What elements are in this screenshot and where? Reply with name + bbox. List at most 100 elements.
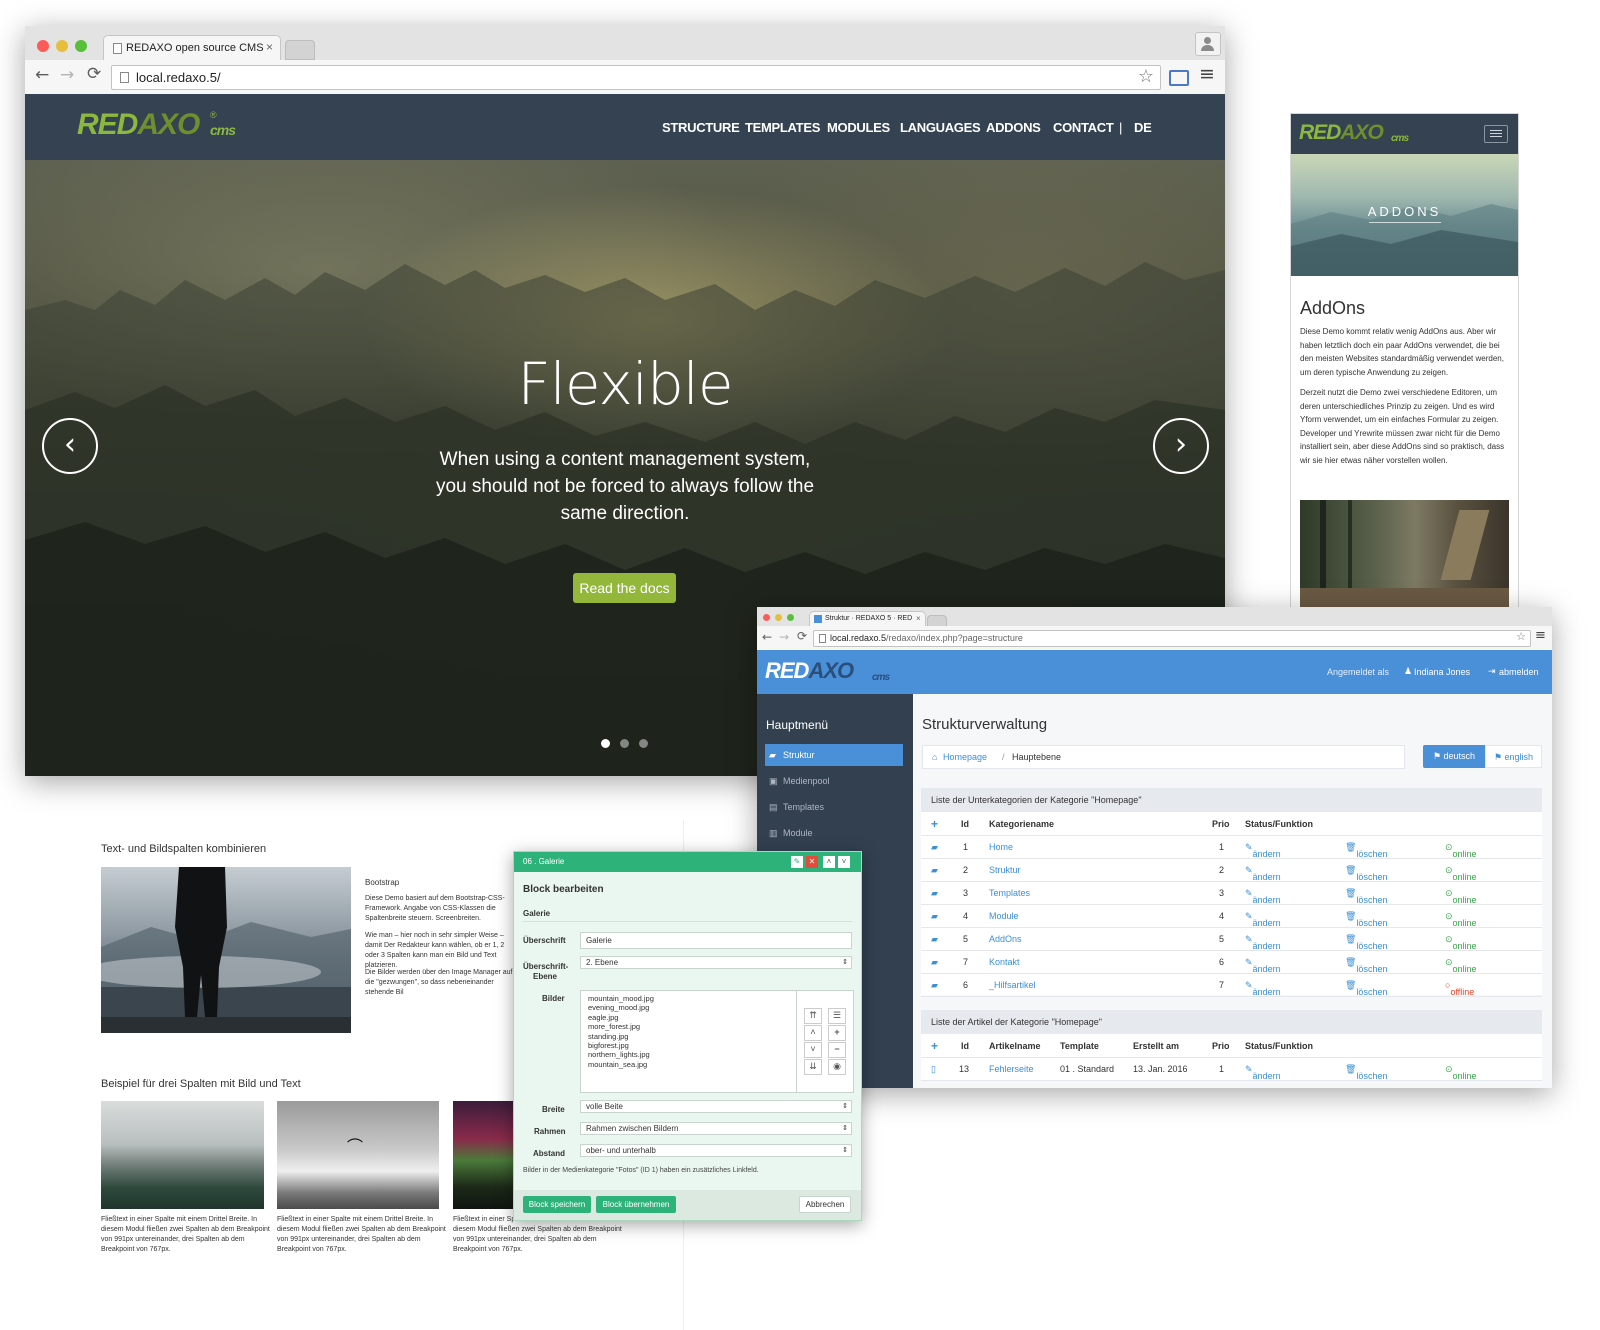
move-down-icon[interactable]: ˅ bbox=[804, 1042, 822, 1058]
lang-english-button[interactable]: ⚑ english bbox=[1485, 745, 1542, 768]
forward-icon[interactable]: → bbox=[779, 630, 789, 644]
list-item[interactable]: standing.jpg bbox=[588, 1032, 654, 1041]
edit-category-link[interactable]: ✎ ändern bbox=[1245, 957, 1281, 974]
bookmark-star-icon[interactable]: ☆ bbox=[1138, 66, 1154, 87]
reload-icon[interactable]: ⟳ bbox=[797, 629, 807, 643]
lang-deutsch-button[interactable]: ⚑ deutsch bbox=[1423, 745, 1485, 768]
edit-category-link[interactable]: ✎ ändern bbox=[1245, 865, 1281, 882]
site-logo[interactable]: REDAXO ® cms bbox=[77, 108, 236, 142]
edit-category-link[interactable]: ✎ ändern bbox=[1245, 842, 1281, 859]
backend-tab[interactable]: Struktur · REDAXO 5 · RED × bbox=[809, 611, 926, 627]
back-icon[interactable]: ← bbox=[35, 65, 49, 85]
delete-category-link[interactable]: 🗑 löschen bbox=[1345, 888, 1387, 905]
delete-category-link[interactable]: 🗑 löschen bbox=[1345, 934, 1387, 951]
minimize-window-icon[interactable] bbox=[56, 40, 68, 52]
nav-contact[interactable]: CONTACT bbox=[1053, 120, 1114, 135]
category-name-link[interactable]: _Hilfsartikel bbox=[989, 980, 1036, 990]
slider-dot[interactable] bbox=[639, 739, 648, 748]
category-status-toggle[interactable]: ⊙ online bbox=[1445, 934, 1477, 951]
maximize-window-icon[interactable] bbox=[787, 614, 794, 621]
browser-tab[interactable]: REDAXO open source CMS × bbox=[103, 35, 281, 61]
close-window-icon[interactable] bbox=[37, 40, 49, 52]
delete-icon[interactable]: ✕ bbox=[806, 856, 818, 868]
move-top-icon[interactable]: ⇈ bbox=[804, 1008, 822, 1024]
mobile-logo[interactable]: REDAXO bbox=[1299, 121, 1384, 145]
delete-article-link[interactable]: 🗑 löschen bbox=[1345, 1064, 1387, 1081]
breadcrumb-home[interactable]: Homepage bbox=[943, 752, 987, 762]
open-mediapool-icon[interactable]: ☰ bbox=[828, 1008, 846, 1024]
slider-dot[interactable] bbox=[601, 739, 610, 748]
nav-languages[interactable]: LANGUAGES bbox=[900, 120, 981, 135]
nav-language-de[interactable]: DE bbox=[1134, 120, 1152, 135]
category-name-link[interactable]: AddOns bbox=[989, 934, 1022, 944]
category-status-toggle[interactable]: ⊙ online bbox=[1445, 865, 1477, 882]
delete-category-link[interactable]: 🗑 löschen bbox=[1345, 957, 1387, 974]
add-article-icon[interactable]: + bbox=[931, 1039, 938, 1053]
tab-close-icon[interactable]: × bbox=[916, 614, 921, 623]
view-image-icon[interactable]: ◉ bbox=[828, 1059, 846, 1075]
reload-icon[interactable]: ⟳ bbox=[87, 64, 101, 84]
list-item[interactable]: bigforest.jpg bbox=[588, 1041, 654, 1050]
remove-image-icon[interactable]: − bbox=[828, 1042, 846, 1058]
new-tab-button[interactable] bbox=[285, 40, 315, 60]
list-item[interactable]: mountain_mood.jpg bbox=[588, 994, 654, 1003]
backend-logo[interactable]: REDAXO bbox=[765, 658, 854, 684]
bookmark-star-icon[interactable]: ☆ bbox=[1516, 631, 1526, 643]
category-status-toggle[interactable]: ⊙ online bbox=[1445, 888, 1477, 905]
nav-modules[interactable]: MODULES bbox=[827, 120, 890, 135]
back-icon[interactable]: ← bbox=[762, 630, 772, 644]
spacing-select[interactable]: ober- und unterhalb ⇕ bbox=[580, 1144, 852, 1157]
delete-category-link[interactable]: 🗑 löschen bbox=[1345, 980, 1387, 997]
move-up-icon[interactable]: ˄ bbox=[804, 1025, 822, 1041]
list-item[interactable]: mountain_sea.jpg bbox=[588, 1060, 654, 1069]
cancel-button[interactable]: Abbrechen bbox=[799, 1196, 851, 1213]
add-category-icon[interactable]: + bbox=[931, 817, 938, 831]
logout-link[interactable]: abmelden bbox=[1499, 667, 1539, 677]
delete-category-link[interactable]: 🗑 löschen bbox=[1345, 842, 1387, 859]
tab-close-icon[interactable]: × bbox=[266, 40, 273, 54]
cast-icon[interactable] bbox=[1169, 70, 1189, 86]
edit-category-link[interactable]: ✎ ändern bbox=[1245, 980, 1281, 997]
list-item[interactable]: eagle.jpg bbox=[588, 1013, 654, 1022]
category-status-toggle[interactable]: ⊙ online bbox=[1445, 911, 1477, 928]
move-bottom-icon[interactable]: ⇊ bbox=[804, 1059, 822, 1075]
list-item[interactable]: more_forest.jpg bbox=[588, 1022, 654, 1031]
sidebar-item-module[interactable]: ▥ Module bbox=[765, 822, 903, 844]
slider-dot[interactable] bbox=[620, 739, 629, 748]
heading-input[interactable]: Galerie bbox=[580, 932, 852, 949]
edit-category-link[interactable]: ✎ ändern bbox=[1245, 888, 1281, 905]
edit-article-link[interactable]: ✎ ändern bbox=[1245, 1064, 1281, 1081]
sidebar-item-medienpool[interactable]: ▣ Medienpool bbox=[765, 770, 903, 792]
move-up-icon[interactable]: ˄ bbox=[823, 856, 835, 868]
width-select[interactable]: volle Beite ⇕ bbox=[580, 1100, 852, 1113]
category-status-toggle[interactable]: ⊙ online bbox=[1445, 957, 1477, 974]
nav-templates[interactable]: TEMPLATES bbox=[745, 120, 820, 135]
category-name-link[interactable]: Kontakt bbox=[989, 957, 1020, 967]
forward-icon[interactable]: → bbox=[60, 65, 74, 85]
hamburger-icon[interactable] bbox=[1484, 125, 1508, 143]
save-block-button[interactable]: Block speichern bbox=[523, 1196, 591, 1213]
nav-addons[interactable]: ADDONS bbox=[986, 120, 1041, 135]
delete-category-link[interactable]: 🗑 löschen bbox=[1345, 865, 1387, 882]
category-status-toggle[interactable]: ⊙ online bbox=[1445, 842, 1477, 859]
category-name-link[interactable]: Templates bbox=[989, 888, 1030, 898]
read-docs-button[interactable]: Read the docs bbox=[573, 573, 676, 603]
edit-category-link[interactable]: ✎ ändern bbox=[1245, 934, 1281, 951]
category-name-link[interactable]: Struktur bbox=[989, 865, 1021, 875]
images-list[interactable]: mountain_mood.jpg evening_mood.jpg eagle.j… bbox=[580, 990, 797, 1093]
add-image-icon[interactable]: + bbox=[828, 1025, 846, 1041]
minimize-window-icon[interactable] bbox=[775, 614, 782, 621]
close-window-icon[interactable] bbox=[763, 614, 770, 621]
category-name-link[interactable]: Home bbox=[989, 842, 1013, 852]
sidebar-item-struktur[interactable]: ▰ Struktur bbox=[765, 744, 903, 766]
address-bar[interactable]: local.redaxo.5/ ☆ bbox=[111, 65, 1161, 90]
menu-icon[interactable]: ≡ bbox=[1199, 63, 1215, 85]
move-down-icon[interactable]: ˅ bbox=[838, 856, 850, 868]
nav-structure[interactable]: STRUCTURE bbox=[662, 120, 740, 135]
category-status-toggle[interactable]: ○ offline bbox=[1445, 980, 1474, 997]
user-link[interactable]: Indiana Jones bbox=[1414, 667, 1470, 677]
frame-select[interactable]: Rahmen zwischen Bildern ⇕ bbox=[580, 1122, 852, 1135]
heading-level-select[interactable]: 2. Ebene ⇕ bbox=[580, 956, 852, 969]
edit-category-link[interactable]: ✎ ändern bbox=[1245, 911, 1281, 928]
edit-icon[interactable]: ✎ bbox=[791, 856, 803, 868]
